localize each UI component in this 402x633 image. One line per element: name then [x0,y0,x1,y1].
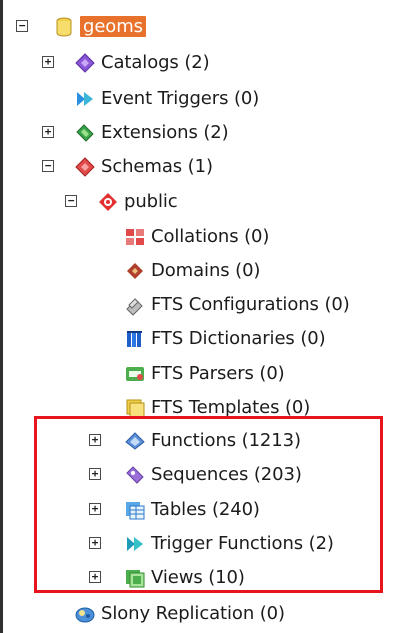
tree-item-event-triggers[interactable]: Event Triggers (0) [74,82,259,115]
expand-toggle-extensions[interactable]: + [42,126,54,138]
expand-toggle-catalogs[interactable]: + [42,56,54,68]
tree-item-label-fts-templates: FTS Templates (0) [151,397,311,418]
tree-item-label-fts-parsers: FTS Parsers (0) [151,363,285,384]
fts-template-icon [124,397,146,419]
tree-item-geoms[interactable]: geoms [53,10,146,43]
expand-toggle-tables[interactable]: + [89,503,101,515]
fts-configuration-icon [124,294,146,316]
collapse-toggle-geoms[interactable]: − [16,20,28,32]
tree-item-slony-replication[interactable]: Slony Replication (0) [74,597,285,630]
database-icon [53,16,75,38]
sequence-icon [124,464,146,486]
extension-icon [74,122,96,144]
tree-item-label-fts-dictionaries: FTS Dictionaries (0) [151,328,326,349]
tree-item-fts-templates[interactable]: FTS Templates (0) [124,391,310,424]
domain-icon [124,260,146,282]
tree-item-extensions[interactable]: Extensions (2) [74,116,229,149]
tree-item-functions[interactable]: Functions (1213) [124,424,301,457]
tree-item-label-domains: Domains (0) [151,260,261,281]
object-browser-tree: − geoms + Catalogs (2) Event Triggers (0… [0,0,402,633]
event-trigger-icon [74,88,96,110]
tree-item-fts-dictionaries[interactable]: FTS Dictionaries (0) [124,322,326,355]
tree-item-schemas[interactable]: Schemas (1) [74,150,213,183]
tree-item-label-event-triggers: Event Triggers (0) [101,88,260,109]
table-icon [124,499,146,521]
tree-item-label-slony-replication: Slony Replication (0) [101,603,285,624]
tree-item-label-views: Views (10) [151,567,245,588]
tree-item-label-trigger-functions: Trigger Functions (2) [151,533,334,554]
tree-item-fts-parsers[interactable]: FTS Parsers (0) [124,357,285,390]
tree-item-domains[interactable]: Domains (0) [124,254,260,287]
expand-toggle-functions[interactable]: + [89,434,101,446]
tree-item-collations[interactable]: Collations (0) [124,220,269,253]
tree-item-trigger-functions[interactable]: Trigger Functions (2) [124,527,334,560]
tree-item-sequences[interactable]: Sequences (203) [124,458,302,491]
tree-item-label-collations: Collations (0) [151,226,270,247]
tree-item-label-extensions: Extensions (2) [101,122,229,143]
expand-toggle-sequences[interactable]: + [89,468,101,480]
fts-parser-icon [124,363,146,385]
tree-item-label-catalogs: Catalogs (2) [101,52,210,73]
tree-item-catalogs[interactable]: Catalogs (2) [74,46,210,79]
tree-item-label-functions: Functions (1213) [151,430,301,451]
tree-item-views[interactable]: Views (10) [124,561,245,594]
collapse-toggle-public[interactable]: − [65,195,77,207]
tree-item-public[interactable]: public [97,185,178,218]
tree-item-label-geoms: geoms [80,16,146,37]
schemas-icon [74,156,96,178]
tree-item-label-fts-configurations: FTS Configurations (0) [151,294,350,315]
tree-item-label-sequences: Sequences (203) [151,464,302,485]
fts-dictionary-icon [124,328,146,350]
trigger-function-icon [124,533,146,555]
collation-icon [124,226,146,248]
tree-item-fts-configurations[interactable]: FTS Configurations (0) [124,288,350,321]
slony-icon [74,603,96,625]
catalogs-icon [74,52,96,74]
tree-item-label-public: public [124,191,178,212]
function-icon [124,430,146,452]
tree-item-label-tables: Tables (240) [151,499,260,520]
expand-toggle-views[interactable]: + [89,571,101,583]
expand-toggle-trigger-functions[interactable]: + [89,537,101,549]
view-icon [124,567,146,589]
schema-icon [97,191,119,213]
tree-item-tables[interactable]: Tables (240) [124,493,260,526]
collapse-toggle-schemas[interactable]: − [42,160,54,172]
tree-item-label-schemas: Schemas (1) [101,156,213,177]
